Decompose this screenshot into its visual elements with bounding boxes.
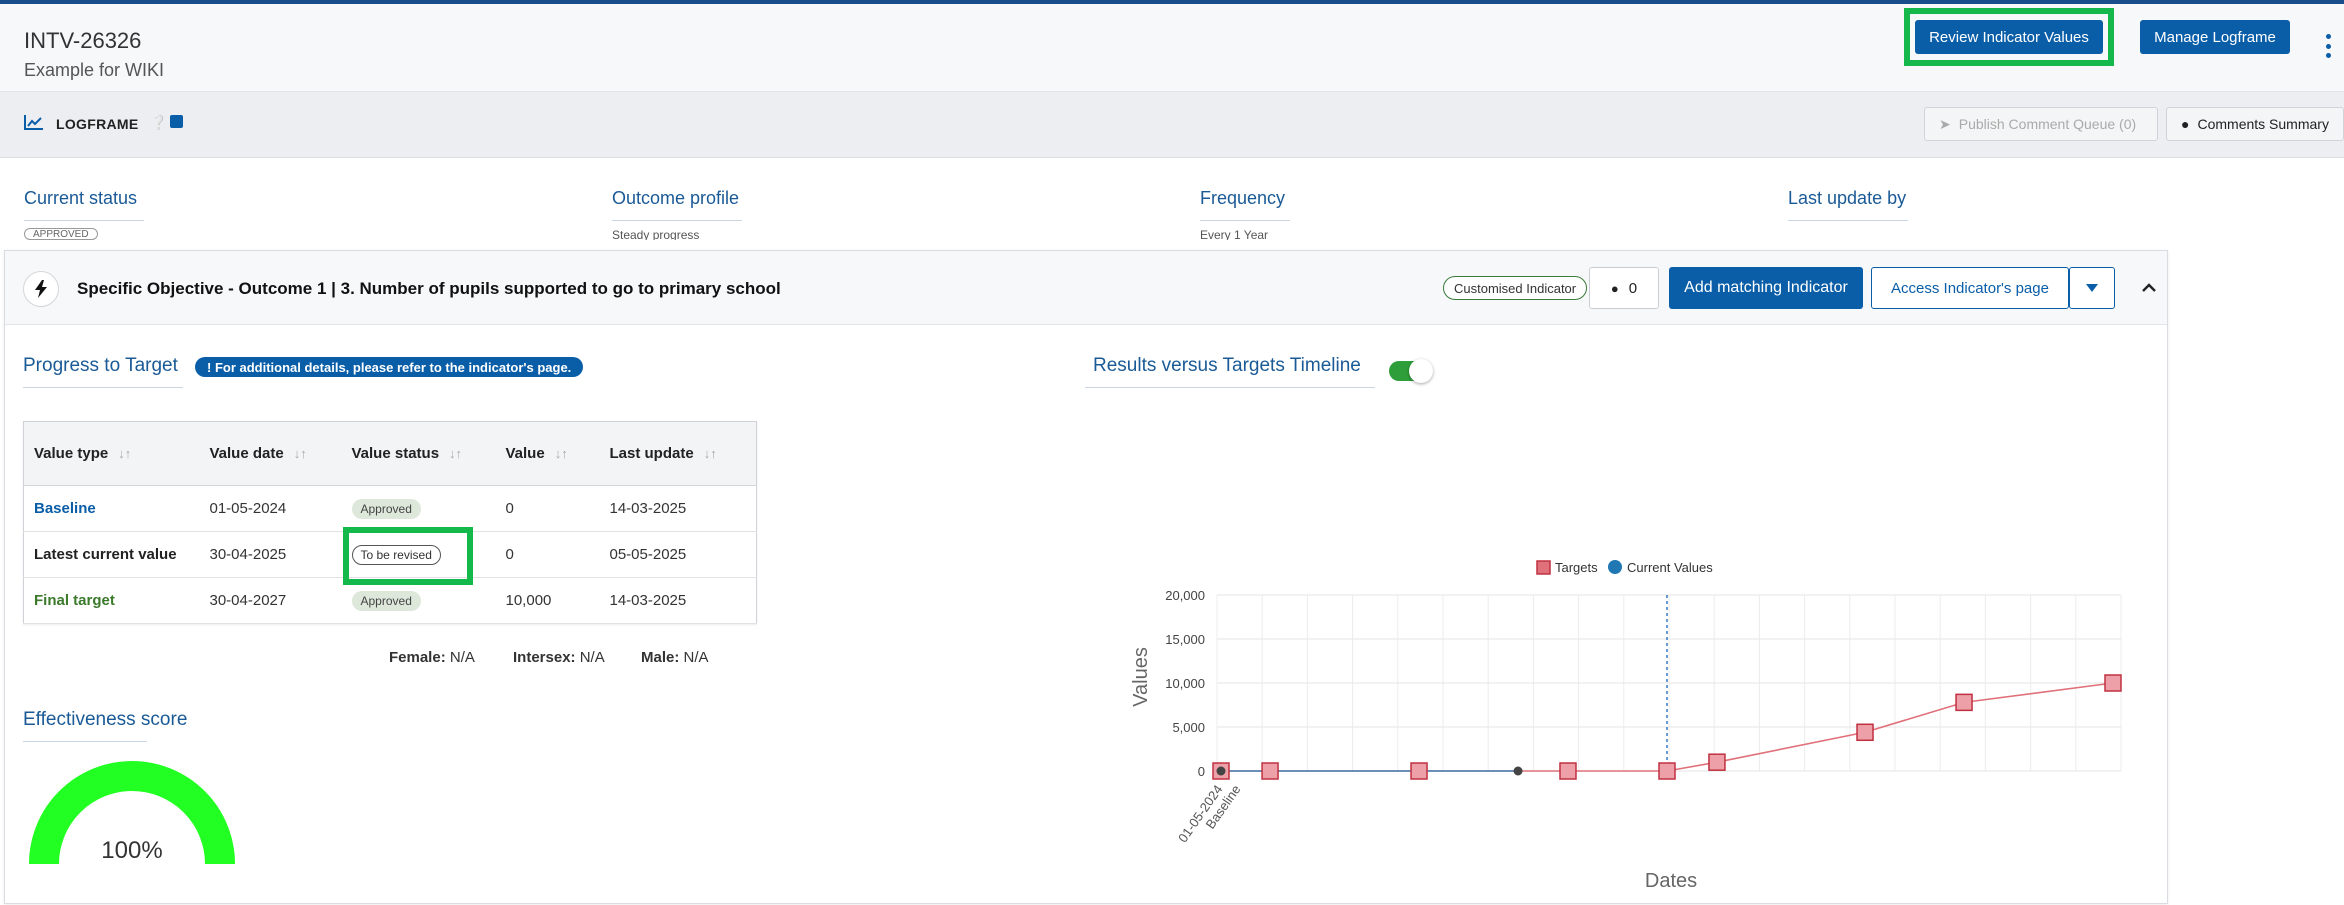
info-badge-icon (170, 115, 183, 128)
disaggregation-male: Male: N/A (641, 649, 709, 666)
status-badge: Approved (351, 590, 421, 611)
target-point (1955, 693, 1973, 712)
objective-header: Specific Objective - Outcome 1 | 3. Numb… (5, 251, 2167, 325)
review-indicator-values-button[interactable]: Review Indicator Values (1915, 20, 2103, 54)
sort-icon: ↓↑ (703, 446, 717, 461)
col-last-update[interactable]: Last update ↓↑ (599, 421, 757, 486)
col-value-date[interactable]: Value date ↓↑ (199, 421, 342, 486)
sort-icon: ↓↑ (554, 446, 568, 461)
comment-count-button[interactable]: ● 0 (1589, 267, 1659, 309)
current-status-label: Current status (24, 188, 138, 208)
chevron-down-icon (2086, 284, 2098, 292)
bolt-icon (23, 271, 59, 307)
col-value-status[interactable]: Value status ↓↑ (341, 421, 496, 486)
sort-icon: ↓↑ (293, 446, 307, 461)
target-point (1658, 762, 1676, 780)
effectiveness-gauge: 100% (29, 761, 235, 865)
status-row: Current status APPROVED Outcome profile … (0, 158, 2344, 250)
y-axis-label: Values (1130, 647, 1152, 707)
target-point (2104, 674, 2122, 692)
current-value-point (1513, 766, 1523, 776)
effectiveness-value: 100% (101, 837, 162, 864)
highlight-revise-status (343, 527, 473, 585)
logframe-bar: LOGFRAME ❔ ➤ Publish Comment Queue (0) ●… (0, 92, 2344, 158)
effectiveness-score-title: Effectiveness score (23, 709, 188, 730)
current-value-point (1216, 766, 1226, 776)
timeline-toggle[interactable] (1389, 359, 1433, 383)
progress-to-target-title: Progress to Target (23, 355, 178, 376)
y-tick-label: 0 (1198, 764, 1205, 779)
chart-line-icon (24, 115, 43, 130)
chevron-up-icon (2142, 283, 2156, 292)
target-point (1559, 762, 1577, 780)
comment-count: 0 (1628, 279, 1638, 297)
target-point (1856, 723, 1874, 742)
timeline-title: Results versus Targets Timeline (1093, 355, 1361, 376)
customised-indicator-tag: Customised Indicator (1443, 276, 1588, 300)
baseline-link[interactable]: Baseline (34, 500, 96, 517)
info-notice: ! For additional details, please refer t… (195, 357, 584, 377)
y-tick-label: 15,000 (1165, 632, 1205, 647)
publish-comment-queue-button[interactable]: ➤ Publish Comment Queue (0) (1924, 107, 2158, 141)
progress-table: Value type ↓↑ Value date ↓↑ Value status ↓↑… (23, 421, 757, 624)
target-point (1708, 753, 1726, 771)
last-update-by-label: Last update by (1788, 188, 1907, 208)
legend-label-targets: Targets (1555, 560, 1598, 575)
comment-icon: ● (1610, 280, 1619, 296)
sort-icon: ↓↑ (118, 446, 132, 461)
page-header: INTV-26326 Example for WIKI Review Indic… (0, 4, 2344, 92)
send-icon: ➤ (1939, 115, 1951, 132)
latest-current-value-label: Latest current value (34, 546, 177, 563)
comment-icon: ● (2181, 116, 2190, 132)
y-tick-label: 10,000 (1165, 676, 1205, 691)
target-point (1410, 762, 1428, 780)
col-value-type[interactable]: Value type ↓↑ (23, 421, 200, 486)
disaggregation-female: Female: N/A (389, 649, 475, 666)
status-badge: APPROVED (24, 228, 98, 240)
frequency-label: Frequency (1200, 188, 1286, 208)
y-tick-label: 5,000 (1172, 720, 1205, 735)
results-vs-targets-chart: 05,00010,00015,00020,00001-05-2024Baseli… (1130, 560, 2122, 892)
more-options-icon[interactable] (2322, 34, 2334, 58)
legend-label-current-values: Current Values (1627, 560, 1713, 575)
access-indicator-page-button[interactable]: Access Indicator's page (1871, 267, 2069, 309)
logframe-title: LOGFRAME (56, 116, 139, 132)
outcome-profile-value: Steady progress (612, 228, 700, 240)
disaggregation-intersex: Intersex: N/A (513, 649, 605, 666)
access-page-dropdown-button[interactable] (2069, 267, 2115, 309)
final-target-link[interactable]: Final target (34, 592, 115, 609)
status-badge: Approved (351, 498, 421, 519)
col-value[interactable]: Value ↓↑ (495, 421, 600, 486)
add-matching-indicator-button[interactable]: Add matching Indicator (1669, 267, 1863, 309)
table-row: Baseline 01-05-2024 Approved 0 14-03-202… (23, 485, 757, 532)
manage-logframe-button[interactable]: Manage Logframe (2140, 20, 2290, 54)
collapse-button[interactable] (2125, 267, 2173, 309)
comments-summary-button[interactable]: ● Comments Summary (2166, 107, 2344, 141)
help-icon[interactable]: ❔ (150, 114, 167, 131)
frequency-value: Every 1 Year (1200, 228, 1269, 240)
intervention-subtitle: Example for WIKI (24, 60, 165, 80)
legend-swatch-targets (1536, 560, 1551, 575)
legend-swatch-current-values (1608, 560, 1622, 574)
intervention-id: INTV-26326 (24, 28, 142, 53)
outcome-profile-label: Outcome profile (612, 188, 740, 208)
objective-card: Specific Objective - Outcome 1 | 3. Numb… (4, 250, 2168, 904)
y-tick-label: 20,000 (1165, 588, 1205, 603)
x-axis-label: Dates (1645, 870, 1697, 892)
objective-title: Specific Objective - Outcome 1 | 3. Numb… (77, 279, 781, 298)
target-point (1261, 762, 1279, 780)
sort-icon: ↓↑ (449, 446, 463, 461)
